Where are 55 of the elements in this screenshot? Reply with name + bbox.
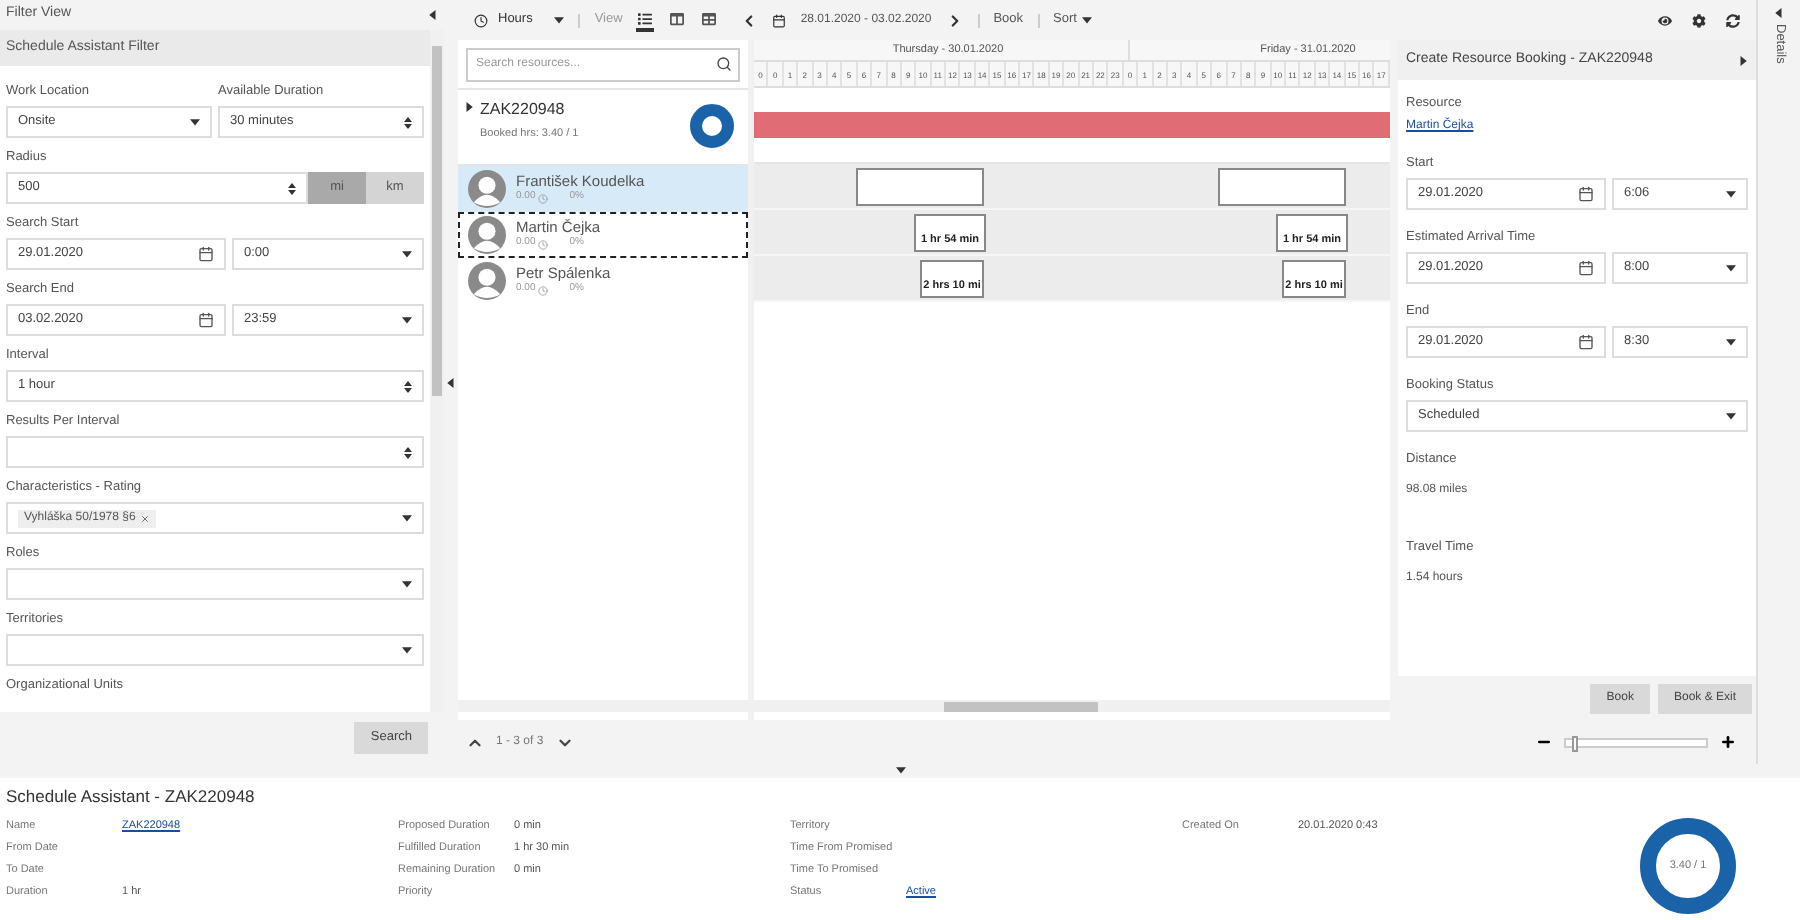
slider-thumb[interactable] (1571, 735, 1578, 751)
settings-icon[interactable] (1692, 13, 1706, 27)
spinner-arrows-icon (404, 115, 412, 129)
caret-down-icon (402, 249, 412, 259)
refresh-icon[interactable] (1726, 13, 1740, 27)
spinner-arrows-icon (404, 379, 412, 393)
collapse-caret-icon (446, 377, 456, 387)
caret-down-icon (402, 513, 412, 523)
caret-down-icon (1082, 15, 1093, 25)
search-icon (716, 56, 732, 72)
collapse-caret-icon (428, 10, 438, 20)
calendar-icon (1578, 260, 1594, 276)
calendar-icon[interactable] (772, 13, 787, 27)
list-view-icon (638, 11, 653, 25)
clock-icon (537, 239, 548, 249)
spinner-field[interactable] (6, 436, 424, 468)
progress-ring-icon (690, 104, 734, 148)
avatar-silhouette-icon (468, 216, 506, 254)
clock-icon (537, 285, 548, 295)
dropdown-field[interactable] (6, 568, 424, 600)
view-toggle[interactable] (636, 8, 655, 32)
dropdown-field[interactable] (6, 634, 424, 666)
table-view-icon (702, 11, 717, 25)
scrollbar-thumb[interactable] (432, 46, 442, 396)
calendar-icon (1578, 334, 1594, 350)
caret-down-icon (1726, 263, 1736, 273)
caret-down-icon (554, 15, 565, 25)
spinner-arrows-icon (288, 181, 296, 195)
scrollbar-thumb[interactable] (944, 701, 1098, 711)
calendar-icon (1578, 186, 1594, 202)
collapse-caret-icon (1738, 55, 1748, 65)
requirement-name: ZAK220948 (480, 98, 567, 122)
caret-down-icon (1726, 189, 1736, 199)
caret-down-icon (190, 117, 200, 127)
booking-slot[interactable] (1218, 168, 1346, 206)
avatar-silhouette-icon (468, 170, 506, 208)
avatar-silhouette-icon (468, 262, 506, 300)
caret-down-icon (402, 579, 412, 589)
summary-title: Schedule Assistant - ZAK220948 (6, 784, 257, 810)
caret-down-icon (402, 315, 412, 325)
zoom-in-icon[interactable] (1720, 734, 1736, 750)
expand-caret-icon (464, 102, 474, 112)
caret-down-icon (1726, 411, 1736, 421)
eye-icon[interactable] (1658, 13, 1672, 27)
columns-view-icon (670, 11, 685, 25)
spinner-arrows-icon (404, 445, 412, 459)
caret-down-icon (1726, 337, 1736, 347)
booking-slot[interactable] (856, 168, 984, 206)
calendar-icon (198, 312, 214, 328)
zoom-slider[interactable] (1564, 737, 1708, 747)
caret-down-icon (402, 645, 412, 655)
clock-icon (537, 193, 548, 203)
expand-caret-icon (1774, 8, 1784, 18)
clock-icon (474, 13, 488, 27)
calendar-icon (198, 246, 214, 262)
